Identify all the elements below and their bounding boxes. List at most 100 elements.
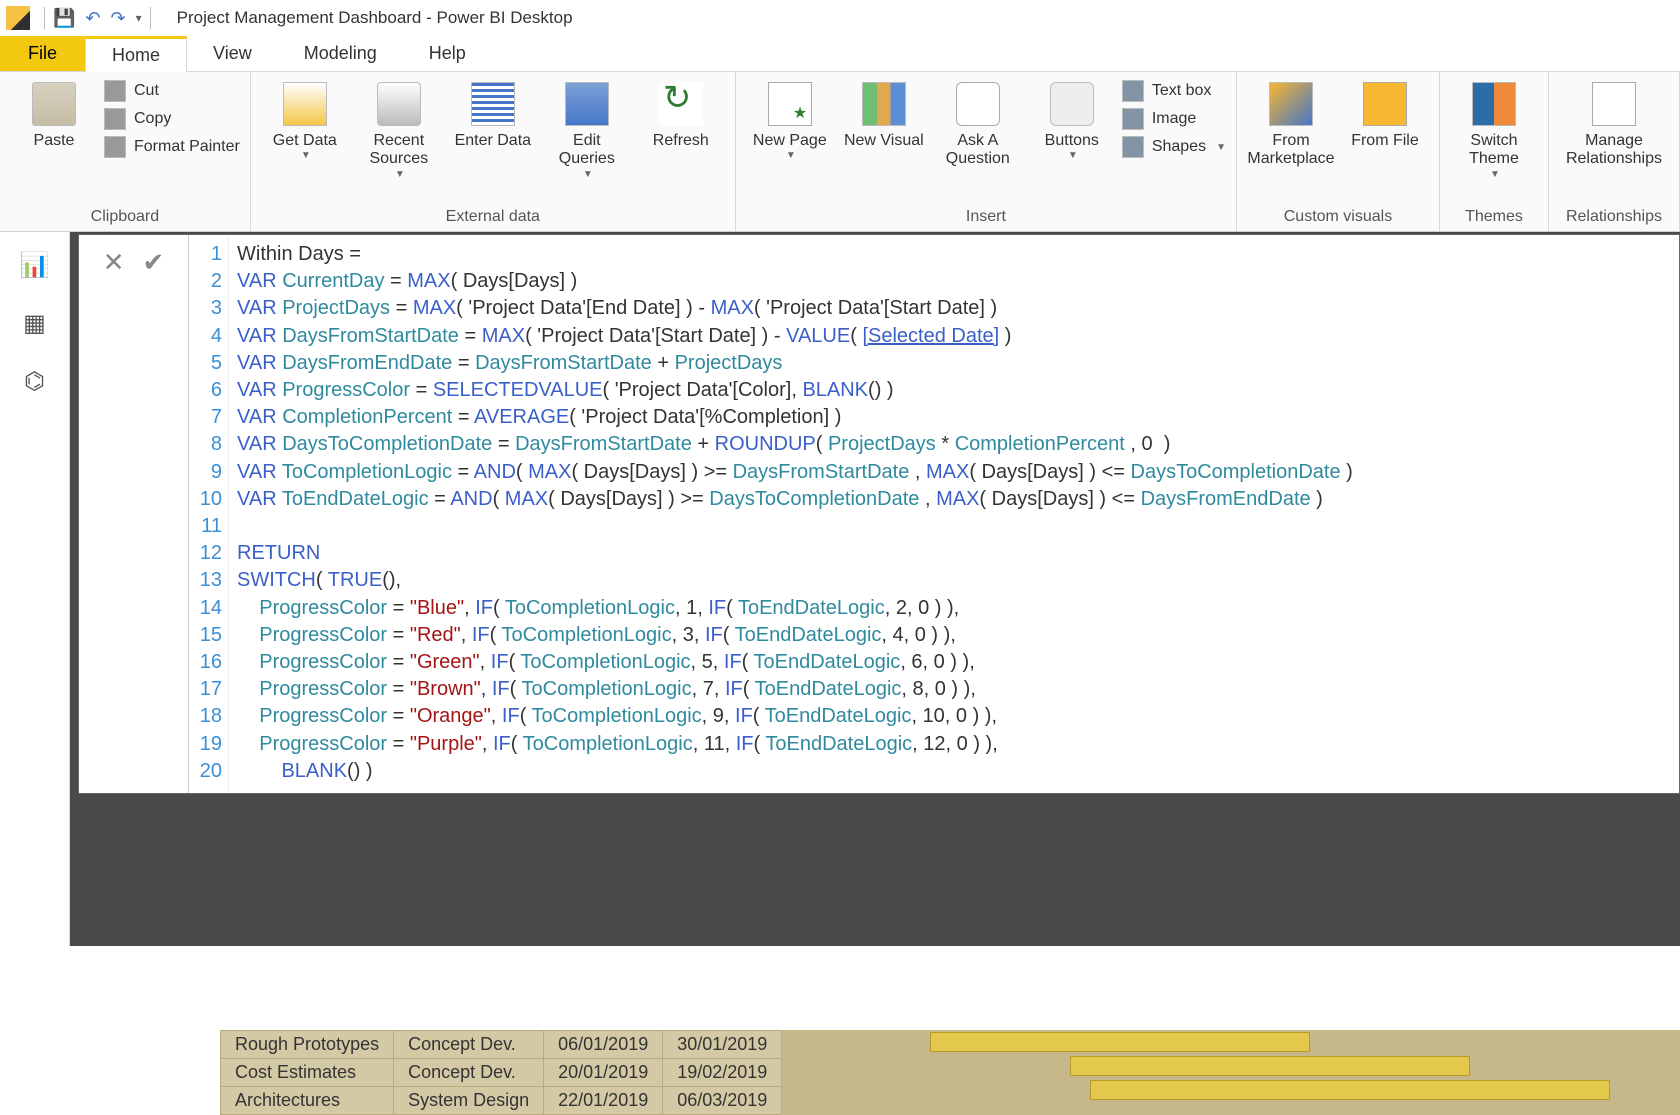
ask-a-question-button[interactable]: Ask A Question: [934, 78, 1022, 169]
recent-sources-button[interactable]: Recent Sources▼: [355, 78, 443, 180]
cut-button[interactable]: Cut: [104, 80, 240, 102]
edit-queries-label: Edit Queries: [543, 132, 631, 169]
manage-relationships-button[interactable]: Manage Relationships: [1559, 78, 1669, 169]
table-cell: Concept Dev.: [394, 1031, 544, 1059]
table-cell: Cost Estimates: [221, 1059, 394, 1087]
report-view-icon[interactable]: 📊: [18, 250, 52, 280]
text-box-label: Text box: [1152, 82, 1212, 100]
ribbon: Paste Cut Copy Format Painter Clipboard …: [0, 72, 1680, 232]
format-painter-button[interactable]: Format Painter: [104, 136, 240, 158]
cut-label: Cut: [134, 82, 159, 100]
quick-access-toolbar: 💾 ↶ ↷ ▾: [53, 8, 142, 29]
shapes-icon: [1122, 136, 1144, 158]
table-cell: Rough Prototypes: [221, 1031, 394, 1059]
themes-group-label: Themes: [1450, 205, 1538, 229]
from-marketplace-button[interactable]: From Marketplace: [1247, 78, 1335, 169]
image-label: Image: [1152, 110, 1196, 128]
buttons-button[interactable]: Buttons▼: [1028, 78, 1116, 161]
view-rail: 📊 ▦ ⌬: [0, 232, 70, 946]
from-marketplace-label: From Marketplace: [1247, 132, 1335, 169]
new-page-icon: [768, 82, 812, 126]
tab-home[interactable]: Home: [85, 36, 187, 72]
undo-icon[interactable]: ↶: [85, 8, 100, 29]
text-box-icon: [1122, 80, 1144, 102]
tab-modeling[interactable]: Modeling: [278, 36, 403, 71]
app-icon: [6, 6, 30, 30]
chevron-down-icon: ▼: [583, 169, 593, 180]
relationships-icon: [1592, 82, 1636, 126]
save-icon[interactable]: 💾: [53, 8, 75, 29]
chevron-down-icon: ▼: [301, 150, 311, 161]
formula-gutter: 1234567891011121314151617181920: [189, 235, 229, 793]
get-data-icon: [283, 82, 327, 126]
redo-icon[interactable]: ↷: [111, 8, 126, 29]
data-view-icon[interactable]: ▦: [18, 308, 52, 338]
file-menu[interactable]: File: [0, 36, 85, 71]
ask-icon: [956, 82, 1000, 126]
relationships-group-label: Relationships: [1559, 205, 1669, 229]
insert-group-label: Insert: [746, 205, 1226, 229]
table-cell: 20/01/2019: [544, 1059, 663, 1087]
image-icon: [1122, 108, 1144, 130]
enter-data-button[interactable]: Enter Data: [449, 78, 537, 150]
format-painter-label: Format Painter: [134, 138, 240, 156]
formula-cancel-icon[interactable]: ✕: [103, 247, 125, 278]
formula-editor[interactable]: Within Days = VAR CurrentDay = MAX( Days…: [229, 235, 1679, 793]
get-data-button[interactable]: Get Data▼: [261, 78, 349, 161]
refresh-icon: [659, 82, 703, 126]
switch-theme-button[interactable]: Switch Theme▼: [1450, 78, 1538, 180]
new-visual-button[interactable]: New Visual: [840, 78, 928, 150]
ribbon-group-custom-visuals: From Marketplace From File Custom visual…: [1237, 72, 1440, 231]
marketplace-icon: [1269, 82, 1313, 126]
new-page-label: New Page: [753, 132, 827, 150]
chevron-down-icon: ▼: [1068, 150, 1078, 161]
menu-bar: File Home View Modeling Help: [0, 36, 1680, 72]
table-cell: Concept Dev.: [394, 1059, 544, 1087]
window-title: Project Management Dashboard - Power BI …: [177, 8, 573, 28]
image-button[interactable]: Image: [1122, 108, 1226, 130]
copy-button[interactable]: Copy: [104, 108, 240, 130]
paste-button[interactable]: Paste: [10, 78, 98, 150]
table-row[interactable]: Rough PrototypesConcept Dev.06/01/201930…: [221, 1031, 782, 1059]
ribbon-group-themes: Switch Theme▼ Themes: [1440, 72, 1549, 231]
shapes-button[interactable]: Shapes▼: [1122, 136, 1226, 158]
chevron-down-icon: ▼: [786, 150, 796, 161]
enter-data-label: Enter Data: [455, 132, 531, 150]
edit-queries-button[interactable]: Edit Queries▼: [543, 78, 631, 180]
from-file-button[interactable]: From File: [1341, 78, 1429, 150]
tab-view[interactable]: View: [187, 36, 278, 71]
from-file-label: From File: [1351, 132, 1419, 150]
formula-bar-expanded: ✕ ✔ 1234567891011121314151617181920 With…: [78, 234, 1680, 794]
ask-a-question-label: Ask A Question: [934, 132, 1022, 169]
table-cell: 06/01/2019: [544, 1031, 663, 1059]
recent-sources-icon: [377, 82, 421, 126]
refresh-label: Refresh: [653, 132, 709, 150]
brush-icon: [104, 136, 126, 158]
ribbon-group-external-data: Get Data▼ Recent Sources▼ Enter Data Edi…: [251, 72, 736, 231]
chevron-down-icon: ▼: [1490, 169, 1500, 180]
paste-label: Paste: [34, 132, 75, 150]
gantt-bars: [870, 1030, 1680, 1100]
new-visual-label: New Visual: [844, 132, 924, 150]
title-bar: 💾 ↶ ↷ ▾ Project Management Dashboard - P…: [0, 0, 1680, 36]
table-row[interactable]: ArchitecturesSystem Design22/01/201906/0…: [221, 1087, 782, 1115]
table-cell: System Design: [394, 1087, 544, 1115]
table-row[interactable]: Cost EstimatesConcept Dev.20/01/201919/0…: [221, 1059, 782, 1087]
from-file-icon: [1363, 82, 1407, 126]
gantt-bar: [1070, 1056, 1470, 1076]
external-data-group-label: External data: [261, 205, 725, 229]
separator: [44, 7, 45, 29]
table-cell: 30/01/2019: [663, 1031, 782, 1059]
chevron-down-icon: ▼: [1216, 142, 1226, 153]
formula-commit-icon[interactable]: ✔: [143, 247, 165, 278]
gantt-bar: [1090, 1080, 1610, 1100]
model-view-icon[interactable]: ⌬: [18, 366, 52, 396]
gantt-bar: [930, 1032, 1310, 1052]
text-box-button[interactable]: Text box: [1122, 80, 1226, 102]
copy-icon: [104, 108, 126, 130]
manage-relationships-label: Manage Relationships: [1559, 132, 1669, 169]
refresh-button[interactable]: Refresh: [637, 78, 725, 150]
new-page-button[interactable]: New Page▼: [746, 78, 834, 161]
qat-dropdown-icon[interactable]: ▾: [136, 11, 142, 25]
tab-help[interactable]: Help: [403, 36, 492, 71]
